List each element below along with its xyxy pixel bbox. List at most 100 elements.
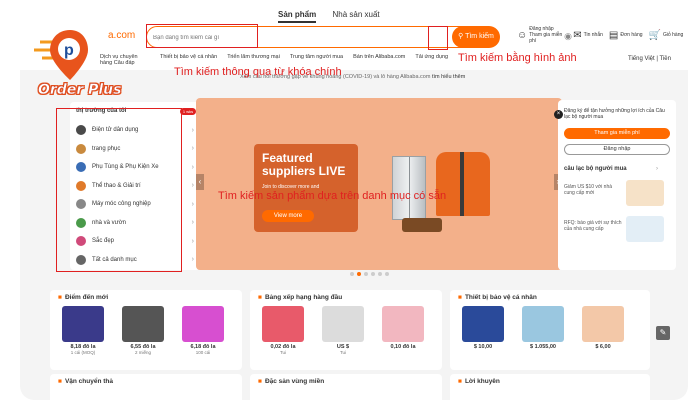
product-unit: 2 miếng [134,350,151,355]
product-card: ■ Bảng xếp hạng hàng đầu 0,02 đô la Tui US $… [250,290,442,370]
sidebar-badge: 1 wks [180,108,196,115]
rfq-image [626,216,664,242]
bottom-card-title: ■ Lời khuyên [458,378,500,385]
cart-link[interactable]: 🛒 Giỏ hàng [649,26,684,44]
chevron-right-icon: › [191,126,194,134]
catnav-item[interactable]: Trung tâm người mua [290,54,343,66]
search-annotation-box [146,24,258,48]
product-unit: Tui [339,350,347,355]
category-annotation-box [56,108,182,272]
carousel-dot[interactable] [378,272,382,276]
catnav-item[interactable]: Bán trên Alibaba.com [353,54,405,66]
buyer-club-title: câu lạc bộ người mua [564,166,627,172]
product-image [462,306,504,342]
image-search-annotation-label: Tìm kiếm bằng hình ảnh [458,52,577,64]
buyer-club-panel: × Đăng ký để tận hưởng những lợi ích của… [554,100,676,270]
login-button[interactable]: Đăng nhập [564,144,670,155]
order-plus-logo: p [34,30,88,80]
product-item[interactable]: 0,02 đô la Tui [262,306,304,355]
card-icon: ■ [458,378,462,385]
product-price: $ 10,00 [473,344,493,350]
promo-text: Giảm US $10 với nhà cung cấp mới [564,184,613,196]
carousel-dot[interactable] [364,272,368,276]
search-button[interactable]: ⚲ Tìm kiếm [452,26,500,48]
catnav-item[interactable]: Dịch vụ chuyên hàng Câu đáp [100,54,150,66]
bottom-card[interactable]: ■ Vận chuyển thả [50,374,242,400]
product-unit: 1 cái (MOQ) [70,350,96,355]
product-item[interactable]: 8,18 đô la 1 cái (MOQ) [62,306,104,355]
product-price: 0,10 đô la [390,344,416,350]
orders-link[interactable]: ▤ Đơn hàng [609,26,643,44]
product-card: ■ Thiết bị bảo vệ cá nhân $ 10,00 $ 1.055,0… [450,290,650,370]
header-icons: ☺ Đăng nhập Tham gia miễn phí ✉ Tin nhắn ▤… [517,26,683,44]
chevron-right-icon: › [191,237,194,245]
product-image [582,306,624,342]
product-item[interactable]: 6,55 đô la 2 miếng [122,306,164,355]
promo-card[interactable]: RFQ: báo giá với sự thích của nhà cung c… [564,216,670,244]
messages-label: Tin nhắn [583,32,603,38]
product-image [62,306,104,342]
banner-prev-arrow[interactable]: ‹ [196,174,204,190]
feedback-icon[interactable]: ✎ [656,326,670,340]
header: Sản phẩm Nhà sản xuất a.com ◉ ⚲ Tìm kiếm… [20,0,688,70]
carousel-dot[interactable] [357,272,361,276]
card-title[interactable]: ■ Bảng xếp hạng hàng đầu [258,294,342,301]
tab-products[interactable]: Sản phẩm [278,10,317,23]
product-item[interactable]: $ 10,00 [462,306,504,350]
account-label: Đăng nhập Tham gia miễn phí [529,26,563,44]
messages-link[interactable]: ✉ Tin nhắn [573,26,603,44]
product-price: $ 6,00 [595,344,611,350]
banner-card: Featured suppliers LIVE Join to discover… [254,144,358,232]
chevron-right-icon: › [191,219,194,226]
bottom-card[interactable]: ■ Lời khuyên [450,374,650,400]
catnav-item[interactable]: Triển lãm thương mại [227,54,280,66]
bottom-card-label: Lời khuyên [464,378,500,385]
bottom-card-label: Đặc sản vùng miền [264,378,325,385]
screenshot-frame: Sản phẩm Nhà sản xuất a.com ◉ ⚲ Tìm kiếm… [0,0,700,400]
product-item[interactable]: US $ Tui [322,306,364,355]
carousel-dot[interactable] [350,272,354,276]
currency-label: Tiền [659,56,671,62]
language-selector[interactable]: Tiếng Việt | Tiền [628,56,671,62]
card-icon: ■ [458,294,462,301]
carousel-dots [350,272,389,276]
chevron-right-icon[interactable]: › [656,166,658,172]
card-icon: ■ [258,294,262,301]
search-annotation-label: Tìm kiếm thông qua từ khóa chính [174,66,342,78]
hero-banner[interactable]: Featured suppliers LIVE Join to discover… [196,98,562,270]
tab-manufacturers[interactable]: Nhà sản xuất [332,10,379,19]
brand-text[interactable]: a.com [108,30,135,41]
promo-card[interactable]: Giảm US $10 với nhà cung cấp mới [564,180,670,208]
p-letter-glyph: p [64,42,74,59]
notice-link[interactable]: tìm hiểu thêm [432,74,465,80]
bottom-card[interactable]: ■ Đặc sản vùng miền [250,374,442,400]
product-item[interactable]: 0,10 đô la [382,306,424,350]
account-link[interactable]: ☺ Đăng nhập Tham gia miễn phí [517,26,567,44]
search-tabs: Sản phẩm Nhà sản xuất [278,10,394,23]
close-icon[interactable]: × [554,110,563,119]
cart-icon: 🛒 [648,29,661,41]
card-title[interactable]: ■ Thiết bị bảo vệ cá nhân [458,294,537,301]
card-title-label: Thiết bị bảo vệ cá nhân [464,294,537,301]
banner-view-more-button[interactable]: View more [262,210,314,222]
product-item[interactable]: $ 1.055,00 [522,306,564,350]
card-title[interactable]: ■ Điểm đến mới [58,294,108,301]
category-annotation-label: Tìm kiếm sản phẩm dựa trên danh mục có s… [218,190,447,202]
image-search-annotation-box [428,26,448,50]
cart-label: Giỏ hàng [662,32,684,38]
product-item[interactable]: $ 6,00 [582,306,624,350]
chevron-right-icon: › [191,200,194,208]
bottom-card-title: ■ Vận chuyển thả [58,378,113,385]
jacket-image [436,152,490,216]
product-image [182,306,224,342]
product-image [322,306,364,342]
carousel-dot[interactable] [371,272,375,276]
product-image [122,306,164,342]
catnav-item[interactable]: Thiết bị bảo vệ cá nhân [160,54,217,66]
product-unit: Tui [279,350,287,355]
carousel-dot[interactable] [385,272,389,276]
product-image [262,306,304,342]
join-free-button[interactable]: Tham gia miễn phí [564,128,670,139]
catnav-item[interactable]: Tải ứng dụng [415,54,448,66]
product-item[interactable]: 6,18 đô la 100 cái [182,306,224,355]
